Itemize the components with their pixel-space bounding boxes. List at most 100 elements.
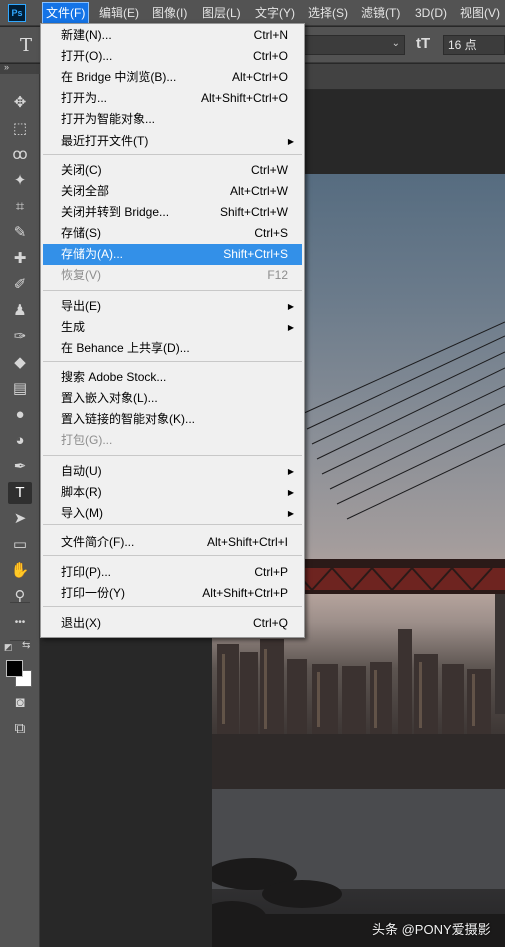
menu-separator: [43, 154, 302, 155]
menu-item-label: 脚本(R): [61, 485, 102, 499]
menu-item-label: 打开为智能对象...: [61, 112, 156, 126]
magic-wand-tool-icon[interactable]: ✦: [8, 170, 32, 192]
quick-mask-icon[interactable]: ◙: [8, 692, 32, 714]
healing-brush-tool-icon[interactable]: ✚: [8, 248, 32, 270]
menu-image[interactable]: 图像(I): [149, 3, 190, 23]
menu-item[interactable]: 退出(X) Ctrl+Q: [43, 613, 302, 634]
menu-layer[interactable]: 图层(L): [199, 3, 244, 23]
menu-item-label: 生成: [61, 320, 86, 334]
path-selection-tool-icon[interactable]: ➤: [8, 508, 32, 530]
menu-item[interactable]: 在 Behance 上共享(D)...: [43, 338, 302, 359]
brush-tool-icon[interactable]: ✐: [8, 274, 32, 296]
menu-item-label: 置入嵌入对象(L)...: [61, 391, 158, 405]
menu-item[interactable]: 打开(O)... Ctrl+O: [43, 46, 302, 67]
menu-item[interactable]: 打印(P)... Ctrl+P: [43, 562, 302, 583]
submenu-arrow-icon: ▶: [287, 488, 294, 497]
collapse-arrows-icon[interactable]: »: [4, 62, 9, 72]
menu-item[interactable]: 导入(M) ▶: [43, 503, 302, 524]
menu-item: 打包(G)...: [43, 430, 302, 451]
menu-item-label: 打印一份(Y): [61, 586, 125, 600]
submenu-arrow-icon: ▶: [287, 509, 294, 518]
menu-item[interactable]: 置入嵌入对象(L)...: [43, 388, 302, 409]
menu-item-label: 恢复(V): [61, 268, 101, 282]
menu-item[interactable]: 关闭(C) Ctrl+W: [43, 160, 302, 181]
menu-item[interactable]: 置入链接的智能对象(K)...: [43, 409, 302, 430]
blur-tool-icon[interactable]: ●: [8, 404, 32, 426]
menu-filter[interactable]: 滤镜(T): [358, 3, 403, 23]
menu-edit[interactable]: 编辑(E): [96, 3, 142, 23]
pen-tool-icon[interactable]: ✒: [8, 456, 32, 478]
menu-select[interactable]: 选择(S): [305, 3, 351, 23]
menu-item[interactable]: 导出(E) ▶: [43, 296, 302, 317]
clone-stamp-tool-icon[interactable]: ♟: [8, 300, 32, 322]
type-tool-icon[interactable]: T: [8, 482, 32, 504]
menu-item-label: 最近打开文件(T): [61, 134, 149, 148]
menu-item[interactable]: 脚本(R) ▶: [43, 482, 302, 503]
watermark-text: 头条 @PONY爱摄影: [372, 922, 491, 937]
menu-item[interactable]: 搜索 Adobe Stock...: [43, 367, 302, 388]
lasso-tool-icon[interactable]: ꝏ: [8, 144, 32, 166]
menu-item-shortcut: Alt+Shift+Ctrl+O: [200, 91, 288, 105]
menu-item-shortcut: Shift+Ctrl+W: [219, 205, 288, 219]
riverbank: [212, 734, 505, 789]
crop-tool-icon[interactable]: ⌗: [8, 196, 32, 218]
eyedropper-tool-icon[interactable]: ✎: [8, 222, 32, 244]
menu-item[interactable]: 最近打开文件(T) ▶: [43, 131, 302, 152]
menu-item[interactable]: 存储(S) Ctrl+S: [43, 223, 302, 244]
submenu-arrow-icon: ▶: [287, 467, 294, 476]
menu-item[interactable]: 在 Bridge 中浏览(B)... Alt+Ctrl+O: [43, 67, 302, 88]
font-style-dropdown[interactable]: ⌄: [300, 35, 405, 55]
menu-item-shortcut: Ctrl+S: [254, 226, 288, 240]
submenu-arrow-icon: ▶: [287, 323, 294, 332]
menu-item-label: 退出(X): [61, 616, 101, 630]
menu-item[interactable]: 关闭并转到 Bridge... Shift+Ctrl+W: [43, 202, 302, 223]
gradient-tool-icon[interactable]: ▤: [8, 378, 32, 400]
swap-colors-icon[interactable]: ⇆: [22, 640, 30, 651]
marquee-tool-icon[interactable]: ⬚: [8, 118, 32, 140]
menu-item[interactable]: 文件简介(F)... Alt+Shift+Ctrl+I: [43, 532, 302, 553]
menu-file[interactable]: 文件(F): [41, 2, 90, 24]
menu-item-label: 存储(S): [61, 226, 101, 240]
menu-item-label: 导出(E): [61, 299, 101, 313]
more-tools-icon[interactable]: •••: [8, 612, 32, 634]
eraser-tool-icon[interactable]: ◆: [8, 352, 32, 374]
menu-view[interactable]: 视图(V): [457, 3, 503, 23]
screen-mode-icon[interactable]: ⧉: [8, 718, 32, 740]
city-buildings: [217, 629, 491, 734]
menu-item: 恢复(V) F12: [43, 265, 302, 286]
photoshop-logo-icon: Ps: [8, 4, 26, 22]
rectangle-tool-icon[interactable]: ▭: [8, 534, 32, 556]
menu-item[interactable]: 打开为智能对象...: [43, 109, 302, 130]
menu-item-label: 在 Bridge 中浏览(B)...: [61, 70, 177, 84]
menu-item-label: 新建(N)...: [61, 28, 112, 42]
menu-separator: [43, 290, 302, 291]
menu-item-label: 打印(P)...: [61, 565, 111, 579]
menu-item[interactable]: 自动(U) ▶: [43, 461, 302, 482]
menu-item[interactable]: 打印一份(Y) Alt+Shift+Ctrl+P: [43, 583, 302, 604]
hand-tool-icon[interactable]: ✋: [8, 560, 32, 582]
font-size-field[interactable]: 16 点: [443, 35, 505, 55]
menu-item[interactable]: 新建(N)... Ctrl+N: [43, 25, 302, 46]
menu-item[interactable]: 存储为(A)... Shift+Ctrl+S: [43, 244, 302, 265]
menu-item-label: 在 Behance 上共享(D)...: [61, 341, 190, 355]
bridge-pylon: [495, 594, 505, 714]
file-menu-dropdown: 新建(N)... Ctrl+N 打开(O)... Ctrl+O 在 Bridge 中浏览…: [40, 23, 305, 638]
menu-item-label: 置入链接的智能对象(K)...: [61, 412, 195, 426]
toolbar-separator: [10, 602, 30, 603]
history-brush-tool-icon[interactable]: ✑: [8, 326, 32, 348]
menu-item[interactable]: 生成 ▶: [43, 317, 302, 338]
dodge-tool-icon[interactable]: ◕: [8, 430, 32, 452]
move-tool-icon[interactable]: ✥: [8, 92, 32, 114]
menu-type[interactable]: 文字(Y): [252, 3, 298, 23]
type-tool-preset-icon[interactable]: T: [20, 35, 32, 56]
submenu-arrow-icon: ▶: [287, 137, 294, 146]
menu-item-shortcut: Ctrl+Q: [252, 616, 288, 630]
menu-item-shortcut: Alt+Ctrl+O: [231, 70, 288, 84]
default-colors-icon[interactable]: ◩: [4, 642, 13, 653]
menu-item[interactable]: 关闭全部 Alt+Ctrl+W: [43, 181, 302, 202]
foreground-color-swatch[interactable]: [6, 660, 23, 677]
zoom-tool-icon[interactable]: ⚲: [8, 586, 32, 608]
menu-3d[interactable]: 3D(D): [412, 3, 450, 23]
menu-item[interactable]: 打开为... Alt+Shift+Ctrl+O: [43, 88, 302, 109]
menu-item-label: 自动(U): [61, 464, 102, 478]
